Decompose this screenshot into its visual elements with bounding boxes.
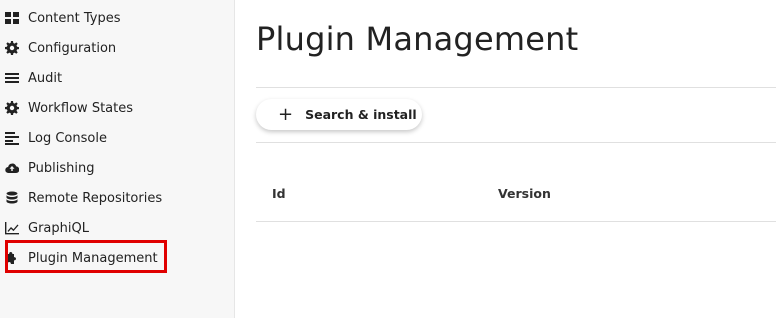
sidebar-item-label: Audit (28, 70, 63, 86)
page-title: Plugin Management (256, 20, 579, 58)
database-icon (4, 190, 20, 206)
sidebar-item-label: Log Console (28, 130, 107, 146)
sidebar-item-graphiql[interactable]: GraphiQL (4, 213, 229, 243)
sidebar-item-log-console[interactable]: Log Console (4, 123, 229, 153)
gear-icon (4, 100, 20, 116)
plus-icon: + (278, 103, 294, 125)
sidebar-item-configuration[interactable]: Configuration (4, 33, 229, 63)
align-left-icon (4, 130, 20, 146)
divider (256, 142, 776, 143)
cloud-upload-icon (4, 160, 20, 176)
sidebar-item-label: Configuration (28, 40, 117, 56)
sidebar-item-label: GraphiQL (28, 220, 89, 236)
sidebar-item-label: Remote Repositories (28, 190, 163, 206)
puzzle-icon (4, 250, 20, 266)
chart-line-icon (4, 220, 20, 236)
list-icon (4, 70, 20, 86)
table-divider (256, 221, 776, 222)
search-install-label: Search & install (305, 107, 417, 122)
main-content: Plugin Management + Search & install Id … (236, 0, 776, 318)
sidebar-item-label: Plugin Management (28, 250, 158, 266)
sidebar-item-publishing[interactable]: Publishing (4, 153, 229, 183)
sidebar-item-label: Workflow States (28, 100, 134, 116)
gear-icon (4, 40, 20, 56)
grid-icon (4, 10, 20, 26)
sidebar: Content Types Configuration Audit Workfl… (0, 0, 235, 318)
table-header-version[interactable]: Version (498, 186, 551, 201)
sidebar-item-remote-repositories[interactable]: Remote Repositories (4, 183, 229, 213)
sidebar-item-workflow-states[interactable]: Workflow States (4, 93, 229, 123)
sidebar-item-content-types[interactable]: Content Types (4, 3, 229, 33)
search-install-button[interactable]: + Search & install (256, 99, 422, 130)
sidebar-item-label: Publishing (28, 160, 95, 176)
divider (256, 87, 776, 88)
table-header-id[interactable]: Id (272, 186, 286, 201)
sidebar-item-plugin-management[interactable]: Plugin Management (4, 243, 229, 273)
sidebar-item-audit[interactable]: Audit (4, 63, 229, 93)
sidebar-item-label: Content Types (28, 10, 121, 26)
